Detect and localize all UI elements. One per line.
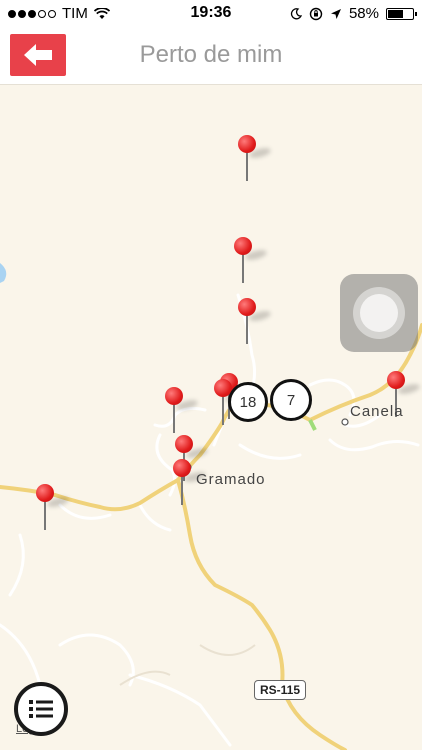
battery-percent: 58% [348,5,379,22]
cluster-count: 7 [286,391,296,409]
road-shield: RS-115 [254,680,307,700]
status-right: 58% [290,5,417,22]
place-label-gramado: Gramado [196,471,266,488]
map-pin[interactable] [233,237,268,289]
map-pin[interactable] [237,135,272,187]
map-pin[interactable] [237,298,272,350]
map-pin[interactable] [164,387,199,439]
list-view-button[interactable] [14,682,68,736]
page-title: Perto de mim [139,41,283,68]
rotation-lock-icon [309,7,323,20]
location-arrow-icon [330,8,341,19]
map-view[interactable]: 18 7 Gramado Canela RS-115 Legal [0,85,422,750]
place-label-canela: Canela [350,403,404,420]
battery-icon [386,7,417,20]
navigation-bar: Perto de mim [0,28,422,85]
assistive-touch-icon [353,287,405,339]
list-icon [29,700,53,718]
map-pin[interactable] [35,484,70,536]
map-pin[interactable] [172,459,207,511]
map-cluster[interactable]: 18 [228,382,268,422]
assistive-touch-button[interactable] [340,274,418,352]
moon-icon [290,7,302,19]
cluster-count: 18 [239,393,257,411]
map-cluster[interactable]: 7 [270,379,312,421]
status-bar: TIM 19:36 58% [0,0,422,28]
